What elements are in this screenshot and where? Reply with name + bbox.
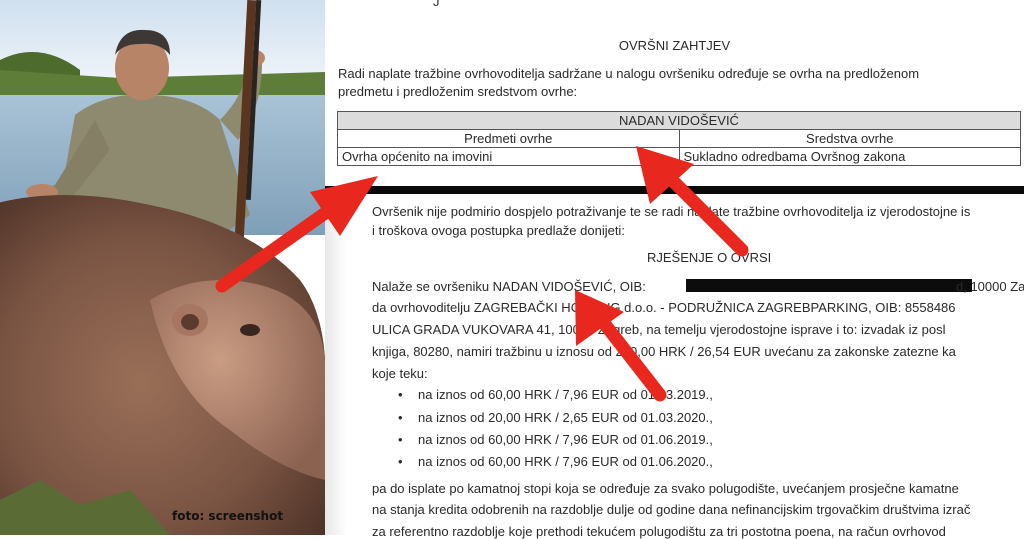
section-title: OVRŠNI ZAHTJEV — [618, 38, 731, 53]
hunter-hippo-photo: foto: screenshot — [0, 0, 325, 535]
body-line-3: ULICA GRADA VUKOVARA 41, 10000 Zagreb, n… — [372, 322, 946, 337]
page-top-fragment: J — [433, 0, 440, 9]
body-line-1b: d, 10000 Za — [956, 279, 1024, 294]
table-col-header-subject: Predmeti ovrhe — [337, 129, 680, 148]
page-separator — [325, 186, 1024, 194]
bullet-dot: • — [398, 454, 403, 469]
tail-line-3: za referentno razdoblje koje prethodi te… — [372, 524, 946, 539]
bullet-dot: • — [398, 387, 403, 402]
photo-illustration — [0, 0, 325, 535]
body-line-1a: Nalaže se ovršeniku NADAN VIDOŠEVIĆ, OIB… — [372, 279, 646, 294]
intro-line-2: predmetu i predloženim sredstvom ovrhe: — [338, 84, 578, 99]
bullet-item: na iznos od 60,00 HRK / 7,96 EUR od 01.0… — [418, 432, 713, 447]
decision-title: RJEŠENJE O OVRSI — [647, 250, 772, 265]
bullet-item: na iznos od 60,00 HRK / 7,96 EUR od 01.0… — [418, 454, 713, 469]
bullet-dot: • — [398, 410, 403, 425]
table-col-header-means: Sredstva ovrhe — [678, 129, 1021, 148]
enforcement-table: NADAN VIDOŠEVIĆ Predmeti ovrhe Sredstva … — [337, 111, 1021, 166]
redaction-bar — [686, 279, 972, 292]
page-edge-shadow — [325, 194, 347, 535]
tail-line-2: na stanja kredita odobrenih na razdoblje… — [372, 502, 971, 517]
paragraph-line-1: Ovršenik nije podmirio dospjelo potraživ… — [372, 204, 971, 219]
photo-credit: foto: screenshot — [172, 509, 284, 523]
body-line-2: da ovrhovoditelju ZAGREBAČKI HOLDING d.o… — [372, 300, 956, 315]
body-line-5: koje teku: — [372, 366, 428, 381]
table-cell-subject: Ovrha općenito na imovini — [337, 147, 680, 166]
bullet-dot: • — [398, 432, 403, 447]
intro-line-1: Radi naplate tražbine ovrhovoditelja sad… — [338, 66, 920, 81]
body-line-4: knjiga, 80280, namiri tražbinu u iznosu … — [372, 344, 956, 359]
paragraph-line-2: i troškova ovoga postupka predlaže donij… — [372, 223, 625, 238]
table-debtor-name: NADAN VIDOŠEVIĆ — [337, 111, 1021, 130]
bullet-item: na iznos od 60,00 HRK / 7,96 EUR od 01.0… — [418, 387, 713, 402]
tail-line-1: pa do isplate po kamatnoj stopi koja se … — [372, 481, 959, 496]
bullet-item: na iznos od 20,00 HRK / 2,65 EUR od 01.0… — [418, 410, 713, 425]
table-cell-means: Sukladno odredbama Ovršnog zakona — [678, 147, 1021, 166]
